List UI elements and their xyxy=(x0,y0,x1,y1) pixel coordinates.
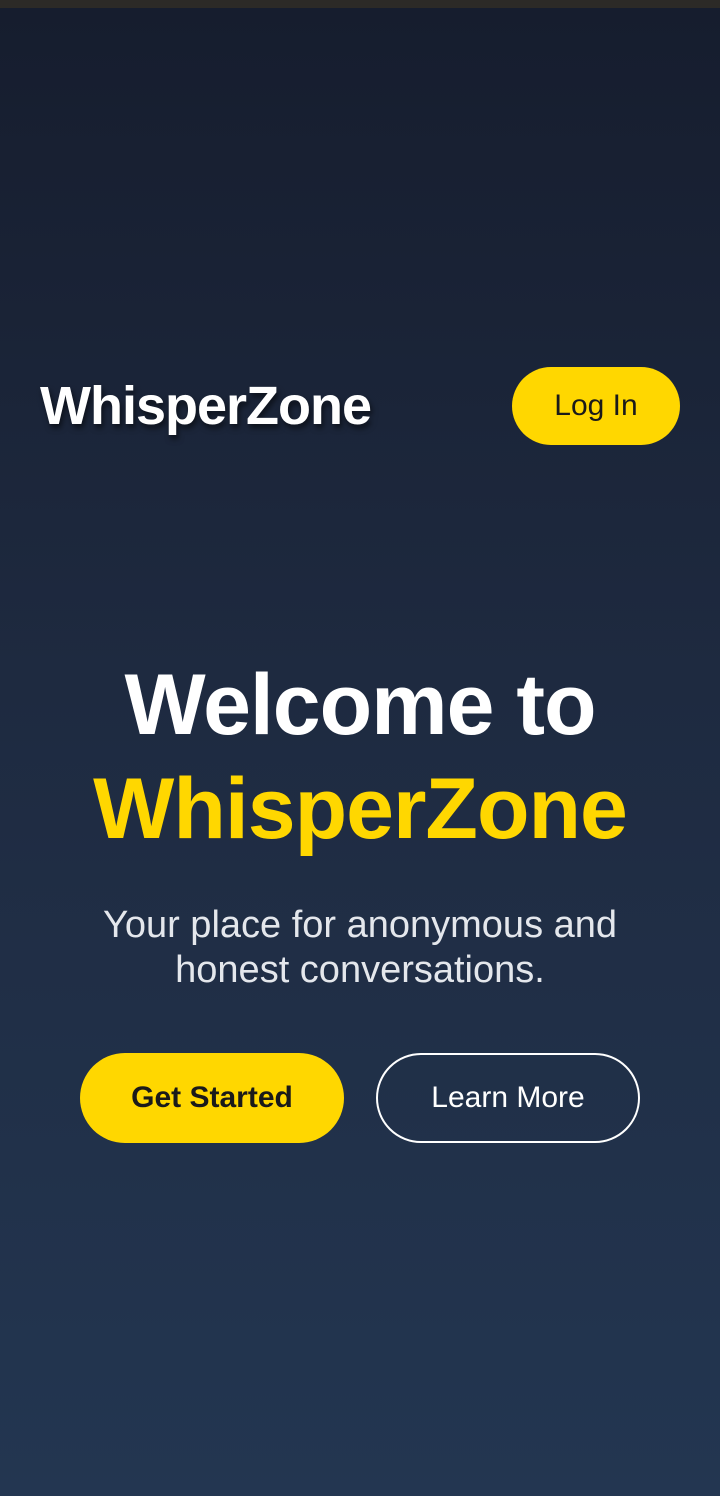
app-logo: WhisperZone xyxy=(40,376,372,436)
login-button[interactable]: Log In xyxy=(512,367,680,445)
get-started-button[interactable]: Get Started xyxy=(80,1053,344,1143)
hero-title-welcome: Welcome to xyxy=(124,657,596,753)
hero-section: Welcome to WhisperZone Your place for an… xyxy=(0,653,720,993)
cta-button-row: Get Started Learn More xyxy=(80,1053,640,1143)
top-header: WhisperZone Log In xyxy=(40,367,680,445)
learn-more-button[interactable]: Learn More xyxy=(376,1053,640,1143)
hero-title-brand: WhisperZone xyxy=(93,761,628,857)
landing-screen: WhisperZone Log In Welcome to WhisperZon… xyxy=(0,0,720,1496)
hero-title: Welcome to WhisperZone xyxy=(0,653,720,861)
hero-subtitle: Your place for anonymous and honest conv… xyxy=(102,904,618,991)
